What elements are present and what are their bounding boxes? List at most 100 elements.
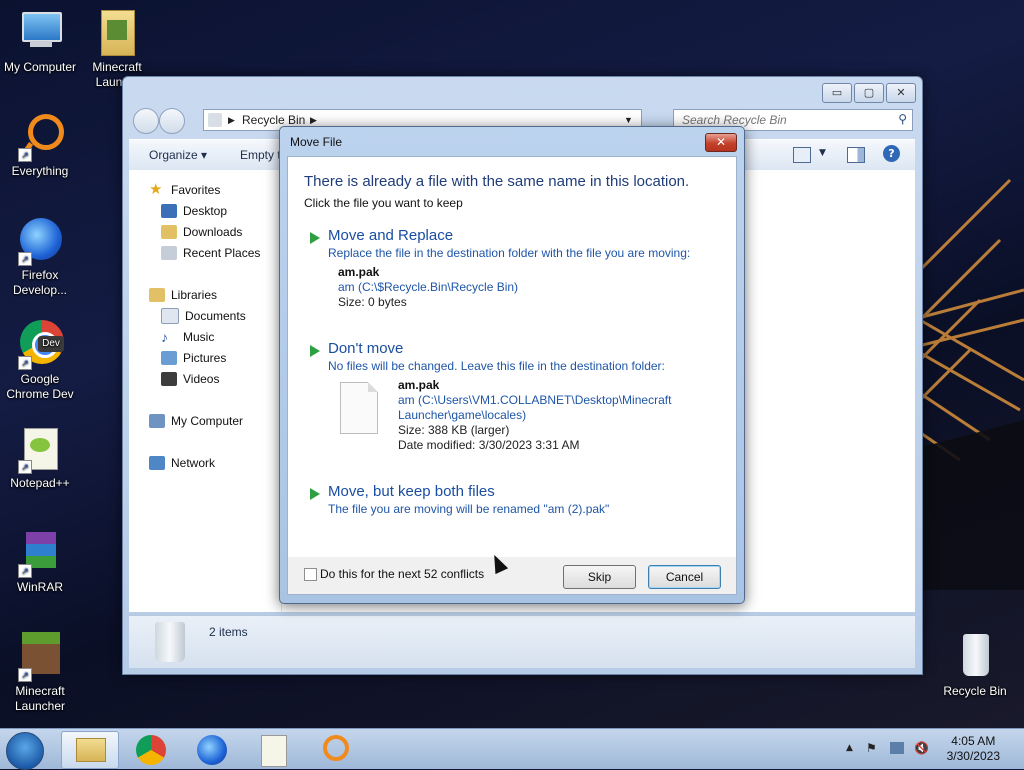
nav-label: Videos (183, 372, 220, 386)
file-icon (340, 382, 378, 434)
desktop-icon-label: Google Chrome Dev (6, 372, 74, 401)
search-icon[interactable]: ⚲ (898, 112, 907, 126)
desktop-icon-my-computer[interactable]: My Computer (0, 8, 80, 75)
desktop-icon-label: WinRAR (16, 580, 63, 594)
volume-muted-icon[interactable]: 🔇 (914, 741, 929, 755)
desktop-icon-label: Everything (11, 164, 69, 178)
breadcrumb-chevron-icon: ▶ (228, 115, 235, 125)
breadcrumb-chevron-icon: ▶ (310, 115, 317, 125)
empty-recycle-bin-button[interactable]: Empty t (240, 148, 281, 162)
nav-favorites[interactable]: ★ Favorites (149, 180, 220, 200)
chrome-icon: Dev ↗ (16, 320, 64, 370)
apply-to-all-checkbox[interactable] (304, 568, 317, 581)
skip-button[interactable]: Skip (563, 565, 636, 589)
preview-pane-icon[interactable] (847, 147, 865, 163)
view-dropdown-icon[interactable]: ▼ (819, 148, 826, 158)
folder-icon (93, 8, 141, 56)
clock-time: 4:05 AM (951, 734, 996, 748)
recycle-bin-icon (951, 632, 999, 680)
dialog-close-button[interactable]: ✕ (705, 133, 737, 152)
libraries-icon (149, 288, 165, 302)
option-description: Replace the file in the destination fold… (328, 246, 691, 260)
nav-my-computer[interactable]: My Computer (149, 411, 243, 431)
recycle-bin-small-icon (208, 113, 222, 127)
move-file-dialog: Move File ✕ There is already a file with… (279, 126, 745, 604)
chrome-icon (136, 735, 166, 765)
nav-label: Documents (185, 309, 246, 323)
nav-desktop[interactable]: Desktop (161, 201, 227, 221)
nav-downloads[interactable]: Downloads (161, 222, 242, 242)
nav-music[interactable]: ♪ Music (161, 327, 214, 347)
desktop-icon-label: My Computer (3, 60, 77, 74)
clock[interactable]: 4:05 AM 3/30/2023 (947, 734, 1000, 764)
desktop-icon-everything[interactable]: ↗ Everything (0, 112, 80, 179)
nav-recent-places[interactable]: Recent Places (161, 243, 260, 263)
address-dropdown-icon[interactable]: ▼ (624, 115, 633, 125)
nav-label: Pictures (183, 351, 227, 365)
shortcut-arrow-icon: ↗ (18, 252, 32, 266)
network-tray-icon[interactable] (890, 742, 904, 754)
forward-button[interactable] (159, 108, 185, 134)
organize-button[interactable]: Organize ▾ (149, 148, 207, 162)
help-icon[interactable]: ? (883, 145, 900, 162)
clock-date: 3/30/2023 (946, 749, 1000, 763)
taskbar-everything[interactable] (309, 731, 365, 767)
desktop-icon-notepad-plus-plus[interactable]: ↗ Notepad++ (0, 424, 80, 491)
close-window-button[interactable]: ✕ (886, 83, 916, 103)
file-location-line1: am (C:\Users\VM1.COLLABNET\Desktop\Minec… (398, 393, 672, 407)
navigation-pane: ★ Favorites Desktop Downloads Recent Plac… (129, 170, 282, 612)
window-controls: ▭ ▢ ✕ (822, 83, 916, 103)
back-button[interactable] (133, 108, 159, 134)
nav-documents[interactable]: Documents (161, 306, 246, 326)
desktop-icon-minecraft-launcher[interactable]: ↗ Minecraft Launcher (0, 632, 80, 714)
option-title[interactable]: Move and Replace (328, 227, 453, 244)
notepad-plus-plus-icon: ↗ (16, 424, 64, 474)
start-button[interactable] (6, 732, 44, 770)
minimize-button[interactable]: ▭ (822, 83, 852, 103)
nav-label: Desktop (183, 204, 228, 218)
green-arrow-icon (310, 488, 320, 500)
nav-videos[interactable]: Videos (161, 369, 219, 389)
action-center-flag-icon[interactable]: ⚑ (866, 741, 877, 755)
apply-to-all-label[interactable]: Do this for the next 52 conflicts (320, 567, 484, 581)
shortcut-arrow-icon: ↗ (18, 148, 32, 162)
green-arrow-icon (310, 345, 320, 357)
nav-network[interactable]: Network (149, 453, 215, 473)
taskbar-explorer[interactable] (61, 731, 119, 769)
desktop-icon-label: Minecraft Launcher (14, 684, 66, 713)
computer-icon (16, 8, 64, 56)
file-modified: Date modified: 3/30/2023 3:31 AM (398, 438, 580, 452)
option-title[interactable]: Don't move (328, 340, 403, 357)
folder-icon (76, 738, 106, 762)
recent-places-icon (161, 246, 177, 260)
option-title[interactable]: Move, but keep both files (328, 483, 495, 500)
taskbar-notepad-plus-plus[interactable] (247, 731, 303, 767)
desktop-icon-label: Notepad++ (10, 476, 70, 490)
maximize-button[interactable]: ▢ (854, 83, 884, 103)
view-options-icon[interactable] (793, 147, 811, 163)
dialog-subheading: Click the file you want to keep (304, 196, 463, 210)
desktop-icon-chrome-dev[interactable]: Dev ↗ Google Chrome Dev (0, 320, 80, 402)
computer-icon (149, 414, 165, 428)
desktop-icon-recycle-bin[interactable]: Recycle Bin (935, 632, 1015, 699)
desktop-icon-firefox-developer[interactable]: ↗ Firefox Develop... (0, 216, 80, 298)
option-description: No files will be changed. Leave this fil… (328, 359, 665, 373)
nav-libraries[interactable]: Libraries (149, 285, 217, 305)
file-location-line2: Launcher\game\locales) (398, 408, 527, 422)
details-pane: 2 items (129, 615, 915, 668)
winrar-icon: ↗ (16, 528, 64, 578)
taskbar-firefox[interactable] (185, 731, 241, 767)
nav-label: Favorites (171, 183, 221, 197)
dialog-body: There is already a file with the same na… (287, 156, 737, 558)
taskbar-chrome-dev[interactable] (124, 731, 180, 767)
breadcrumb-recycle-bin[interactable]: Recycle Bin (242, 113, 305, 127)
file-name: am.pak (338, 265, 380, 279)
nav-pictures[interactable]: Pictures (161, 348, 226, 368)
tray-expand-icon[interactable]: ▲ (846, 743, 853, 753)
desktop-icon-label: Recycle Bin (943, 684, 1007, 698)
everything-search-icon: ↗ (16, 112, 64, 162)
cancel-button[interactable]: Cancel (648, 565, 721, 589)
desktop-icon-winrar[interactable]: ↗ WinRAR (0, 528, 80, 595)
dialog-title: Move File (290, 135, 343, 149)
shortcut-arrow-icon: ↗ (18, 668, 32, 682)
